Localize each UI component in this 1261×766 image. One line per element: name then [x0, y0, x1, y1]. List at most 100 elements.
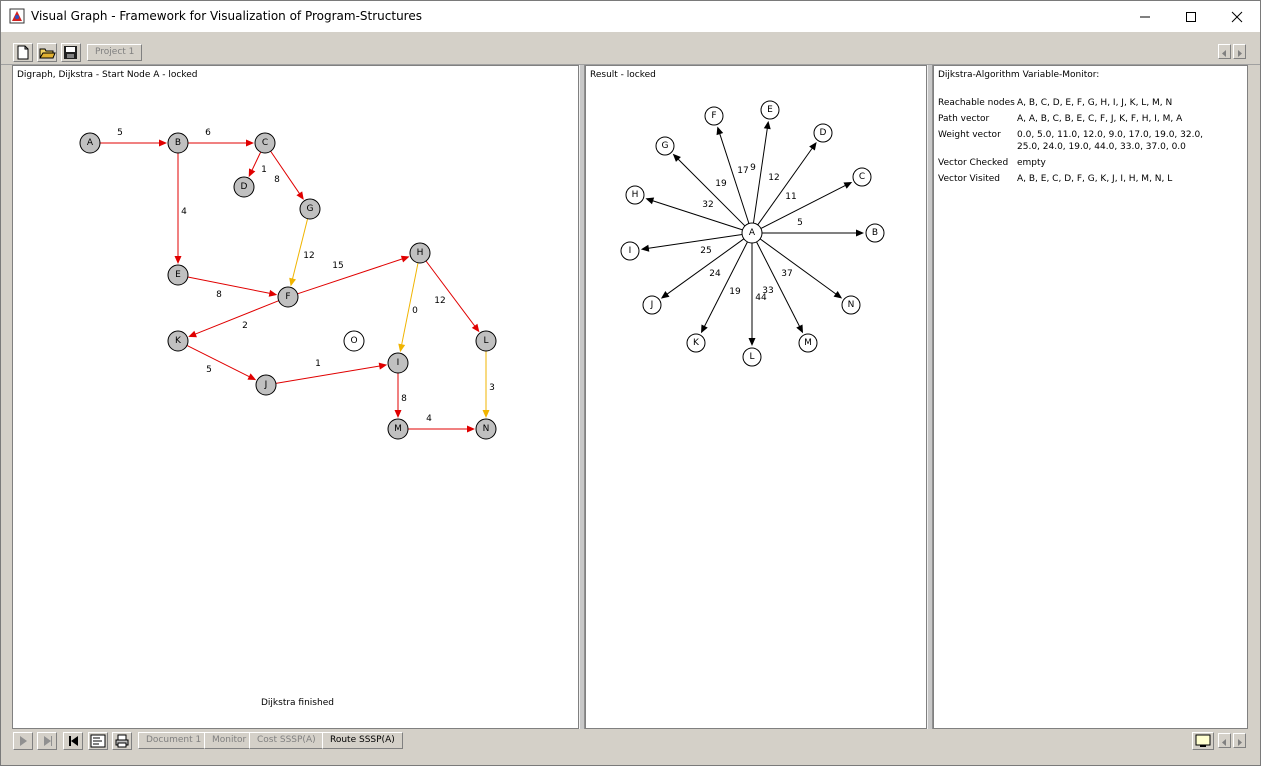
- edge-arrowhead: [159, 139, 167, 147]
- result-weight-label: 33: [762, 286, 773, 296]
- edge-line: [718, 132, 750, 224]
- node-label: G: [662, 141, 669, 151]
- edge-weight-label: 2: [242, 321, 248, 331]
- graph-node-H[interactable]: H: [409, 242, 431, 264]
- node-label: F: [285, 292, 290, 302]
- result-node-center[interactable]: A: [741, 222, 763, 244]
- edge-line: [270, 150, 301, 196]
- edge-arrowhead: [763, 120, 771, 130]
- graph-node-E[interactable]: E: [167, 264, 189, 286]
- graph-node-J[interactable]: J: [255, 374, 277, 396]
- graph-node-A[interactable]: A: [79, 132, 101, 154]
- new-document-button[interactable]: [13, 43, 33, 62]
- result-node-M[interactable]: M: [798, 333, 818, 353]
- tab-route-sssp-a[interactable]: Route SSSP(A): [322, 732, 403, 749]
- result-node-H[interactable]: H: [625, 185, 645, 205]
- monitor-row-value: 25.0, 24.0, 19.0, 44.0, 33.0, 37.0, 0.0: [1017, 142, 1186, 152]
- edge-line: [193, 300, 279, 336]
- tab-document-1[interactable]: Document 1: [138, 732, 210, 749]
- graph-node-O[interactable]: O: [343, 330, 365, 352]
- result-node-F[interactable]: F: [704, 106, 724, 126]
- play-button[interactable]: [13, 732, 33, 750]
- maximize-button[interactable]: [1168, 1, 1214, 32]
- edge-line: [676, 157, 746, 227]
- graph-node-M[interactable]: M: [387, 418, 409, 440]
- edge-line: [756, 241, 801, 329]
- rewind-icon: [69, 736, 78, 746]
- open-folder-button[interactable]: [37, 43, 57, 62]
- graph-node-N[interactable]: N: [475, 418, 497, 440]
- save-icon: [64, 46, 77, 59]
- edge-weight-label: 1: [261, 165, 267, 175]
- graph-node-K[interactable]: K: [167, 330, 189, 352]
- edge-arrowhead: [833, 290, 843, 299]
- edge-line: [651, 199, 743, 231]
- graph-edge-A-B: [100, 139, 167, 147]
- monitor-row-label: Path vector: [938, 114, 990, 124]
- monitor-row-value: A, B, E, C, D, F, G, K, J, I, H, M, N, L: [1017, 174, 1173, 184]
- node-label: H: [417, 248, 424, 258]
- scroll-right-button[interactable]: [1233, 44, 1246, 59]
- step-button[interactable]: [37, 732, 57, 750]
- edge-line: [425, 260, 477, 328]
- edge-arrowhead: [645, 197, 655, 205]
- rewind-button[interactable]: [63, 732, 83, 750]
- result-canvas[interactable]: 17 9121151932252419443337FEDCBGHIJKLMNA: [586, 66, 927, 729]
- result-node-K[interactable]: K: [686, 333, 706, 353]
- node-label: M: [394, 424, 402, 434]
- graph-node-C[interactable]: C: [254, 132, 276, 154]
- edge-line: [250, 151, 262, 172]
- monitor-toggle-button[interactable]: [1192, 732, 1214, 750]
- result-node-N[interactable]: N: [841, 295, 861, 315]
- result-node-C[interactable]: C: [852, 167, 872, 187]
- result-node-E[interactable]: E: [760, 100, 780, 120]
- tab-monitor[interactable]: Monitor: [204, 732, 255, 749]
- edge-weight-label: 8: [216, 290, 222, 300]
- close-button[interactable]: [1214, 1, 1260, 32]
- graph-node-I[interactable]: I: [387, 352, 409, 374]
- graph-node-B[interactable]: B: [167, 132, 189, 154]
- tab-cost-sssp-a[interactable]: Cost SSSP(A): [249, 732, 324, 749]
- edge-line: [646, 233, 743, 250]
- edge-arrowhead: [394, 410, 402, 418]
- result-node-D[interactable]: D: [813, 123, 833, 143]
- graph-node-D[interactable]: D: [233, 176, 255, 198]
- edge-line: [291, 218, 309, 281]
- edge-arrowhead: [400, 255, 410, 263]
- graph-node-L[interactable]: L: [475, 330, 497, 352]
- edge-weight-label: 12: [434, 296, 445, 306]
- edge-weight-label: 3: [489, 383, 495, 393]
- app-icon: [9, 8, 25, 24]
- edge-arrowhead: [748, 338, 756, 346]
- code-view-button[interactable]: [88, 732, 108, 750]
- node-label: G: [307, 204, 314, 214]
- digraph-canvas[interactable]: 5 618412815201251834A B CDGEFHK O LJIM N: [13, 66, 579, 729]
- monitor-row-label: Reachable nodes: [938, 98, 1015, 108]
- edge-weight-label: 5: [206, 365, 212, 375]
- bottom-scroll-left-button[interactable]: [1218, 733, 1231, 748]
- scroll-left-button[interactable]: [1218, 44, 1231, 59]
- print-button[interactable]: [112, 732, 132, 750]
- edge-weight-label: 6: [205, 128, 211, 138]
- result-node-I[interactable]: I: [620, 241, 640, 261]
- node-label: N: [848, 300, 855, 310]
- open-folder-icon: [39, 48, 56, 59]
- bottom-scroll-right-button[interactable]: [1233, 733, 1246, 748]
- node-label: L: [483, 336, 488, 346]
- edge-arrowhead: [174, 256, 182, 264]
- result-node-G[interactable]: G: [655, 136, 675, 156]
- node-label: C: [859, 172, 865, 182]
- tab-project-1[interactable]: Project 1: [87, 44, 143, 61]
- result-node-J[interactable]: J: [642, 295, 662, 315]
- edge-weight-label: 0: [412, 306, 418, 316]
- edge-arrowhead: [289, 277, 297, 287]
- result-node-B[interactable]: B: [865, 223, 885, 243]
- minimize-button[interactable]: [1122, 1, 1168, 32]
- node-label: A: [87, 138, 94, 148]
- save-button[interactable]: [61, 43, 81, 62]
- graph-node-F[interactable]: F: [277, 286, 299, 308]
- digraph-panel-title: Digraph, Dijkstra - Start Node A - locke…: [17, 70, 198, 80]
- edge-line: [297, 257, 405, 295]
- result-node-L[interactable]: L: [742, 347, 762, 367]
- graph-node-G[interactable]: G: [299, 198, 321, 220]
